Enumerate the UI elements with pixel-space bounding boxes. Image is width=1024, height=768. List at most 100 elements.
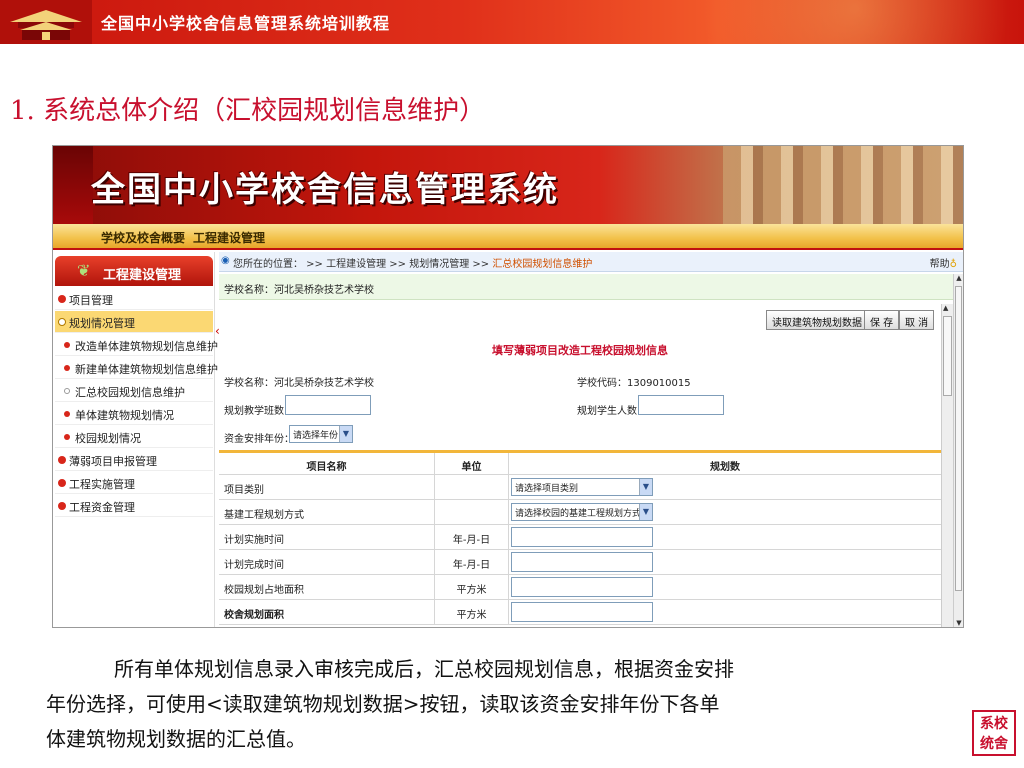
tab-construction-management[interactable]: 工程建设管理 [193, 229, 265, 246]
bullet-icon [58, 456, 66, 464]
bullet-icon [64, 365, 70, 371]
scroll-up-icon[interactable]: ▲ [943, 304, 948, 312]
sidebar-item-project-management[interactable]: 项目管理 [55, 288, 213, 310]
scrollbar-thumb[interactable] [943, 316, 952, 396]
class-count-input[interactable] [285, 395, 371, 415]
system-title: 全国中小学校舍信息管理系统 [91, 170, 559, 210]
form-area: 读取建筑物规划数据 保 存 取 消 填写薄弱项目改造工程校园规划信息 学校名称：… [219, 302, 941, 627]
lightbulb-icon: ♁ [949, 259, 957, 270]
row-unit [435, 475, 509, 499]
tab-school-overview[interactable]: 学校及校舍概要 [101, 229, 185, 246]
fund-year-select[interactable]: 请选择年份 ▼ [289, 425, 353, 443]
help-label: 帮助 [929, 259, 950, 270]
sidebar-title: ❦ 工程建设管理 [55, 256, 213, 286]
sidebar-item-label: 工程实施管理 [69, 478, 135, 491]
row-unit: 年-月-日 [435, 525, 509, 549]
sidebar-title-label: 工程建设管理 [103, 268, 182, 283]
sidebar-item-campus-planning-status[interactable]: 校园规划情况 [55, 426, 213, 448]
form-scrollbar[interactable]: ▲ [941, 304, 953, 627]
save-button[interactable]: 保 存 [864, 310, 900, 330]
bullet-icon [64, 342, 70, 348]
sidebar-item-project-implementation[interactable]: 工程实施管理 [55, 472, 213, 494]
header-planned-value: 规划数 [710, 462, 740, 473]
sidebar-item-label: 改造单体建筑物规划信息维护 [75, 340, 218, 353]
paragraph-line-2: 年份选择，可使用<读取建筑物规划数据>按钮，读取该资金安排年份下各单 [46, 692, 720, 716]
row-name: 校园规划占地面积 [219, 575, 435, 599]
chevron-down-icon: ▼ [639, 479, 652, 495]
fund-year-value: 请选择年份 [293, 431, 339, 441]
chevron-down-icon: ▼ [639, 504, 652, 520]
read-building-data-button[interactable]: 读取建筑物规划数据 [766, 310, 868, 330]
sidebar-item-campus-planning-summary[interactable]: 汇总校园规划信息维护 [55, 380, 213, 402]
sidebar-item-label: 单体建筑物规划情况 [75, 409, 174, 422]
slide-header-title: 全国中小学校舍信息管理系统培训教程 [101, 14, 391, 33]
sidebar-item-planning-management[interactable]: 规划情况管理 [55, 311, 213, 333]
project-type-select[interactable]: 请选择项目类别 ▼ [511, 478, 653, 496]
scroll-down-icon[interactable]: ▼ [954, 619, 963, 627]
help-link[interactable]: 帮助♁ [930, 255, 957, 270]
bullet-icon [64, 388, 70, 394]
bullet-icon [58, 318, 66, 326]
school-name-bar: 学校名称：河北吴桥杂技艺术学校 [219, 274, 955, 300]
school-seal-logo: 系校 统舍 [972, 710, 1016, 756]
form-title: 填写薄弱项目改造工程校园规划信息 [492, 344, 668, 357]
row-name: 项目类别 [219, 475, 435, 499]
sidebar-item-project-funds[interactable]: 工程资金管理 [55, 495, 213, 517]
header-decoration [604, 0, 1024, 44]
table-row: 基建工程规划方式 请选择校园的基建工程规划方式 ▼ [219, 500, 941, 525]
sidebar-item-label: 项目管理 [69, 294, 113, 307]
bullet-icon [64, 434, 70, 440]
sidebar-item-renovation-planning[interactable]: 改造单体建筑物规划信息维护 [55, 334, 218, 356]
row-unit: 平方米 [435, 600, 509, 624]
header-item-name: 项目名称 [219, 453, 435, 474]
sidebar-item-new-building-planning[interactable]: 新建单体建筑物规划信息维护 [55, 357, 218, 379]
row-name: 计划实施时间 [219, 525, 435, 549]
project-type-value: 请选择项目类别 [515, 484, 579, 494]
building-area-input[interactable] [511, 602, 653, 622]
scrollbar-thumb[interactable] [955, 286, 962, 591]
bullet-icon [64, 411, 70, 417]
breadcrumb: ◉ 您所在的位置： >> 工程建设管理 >> 规划情况管理 >> 汇总校园规划信… [219, 252, 963, 272]
row-unit: 年-月-日 [435, 550, 509, 574]
planning-method-value: 请选择校园的基建工程规划方式 [515, 509, 642, 519]
breadcrumb-current[interactable]: 汇总校园规划信息维护 [492, 259, 592, 270]
sidebar-item-weak-project-declaration[interactable]: 薄弱项目申报管理 [55, 449, 213, 471]
class-count-label: 规划教学班数： [224, 406, 294, 417]
app-screenshot: 全国中小学校舍信息管理系统 学校及校舍概要 工程建设管理 ❦ 工程建设管理 项目… [52, 145, 964, 628]
page-scrollbar[interactable]: ▲ ▼ [953, 274, 963, 627]
top-nav: 学校及校舍概要 工程建设管理 [53, 224, 963, 250]
main-content: ◉ 您所在的位置： >> 工程建设管理 >> 规划情况管理 >> 汇总校园规划信… [219, 252, 963, 627]
scroll-up-icon[interactable]: ▲ [954, 274, 963, 284]
table-row: 项目类别 请选择项目类别 ▼ [219, 475, 941, 500]
section-title: 1. 系统总体介绍（汇校园规划信息维护） [10, 96, 486, 126]
description-paragraph: 所有单体规划信息录入审核完成后，汇总校园规划信息，根据资金安排 年份选择，可使用… [46, 652, 926, 757]
planning-table: 项目名称 单位 规划数 项目类别 请选择项目类别 ▼ 基建工程规划方式 请选择校园… [219, 450, 941, 625]
bullet-icon [58, 479, 66, 487]
chevron-down-icon: ▼ [339, 426, 352, 442]
finish-date-input[interactable] [511, 552, 653, 572]
sidebar-item-building-planning-status[interactable]: 单体建筑物规划情况 [55, 403, 213, 425]
cancel-button[interactable]: 取 消 [899, 310, 935, 330]
slide-header: 全国中小学校舍信息管理系统培训教程 [0, 0, 1024, 44]
planning-method-select[interactable]: 请选择校园的基建工程规划方式 ▼ [511, 503, 653, 521]
start-date-input[interactable] [511, 527, 653, 547]
row-name: 校舍规划面积 [219, 600, 435, 624]
table-header: 项目名称 单位 规划数 [219, 453, 941, 475]
row-unit [435, 500, 509, 524]
leaf-icon: ❦ [77, 261, 91, 280]
bullet-icon [58, 295, 66, 303]
tiananmen-logo [0, 0, 92, 44]
sidebar-item-label: 汇总校园规划信息维护 [75, 386, 185, 399]
table-row: 校舍规划面积 平方米 [219, 600, 941, 625]
sidebar-item-label: 规划情况管理 [69, 317, 135, 330]
campus-area-input[interactable] [511, 577, 653, 597]
sidebar: ❦ 工程建设管理 项目管理 规划情况管理 改造单体建筑物规划信息维护 新建单体建… [53, 252, 218, 627]
paragraph-line-3: 体建筑物规划数据的汇总值。 [46, 727, 306, 751]
app-banner: 全国中小学校舍信息管理系统 [53, 146, 963, 224]
school-code-text: 学校代码：1309010015 [577, 378, 691, 389]
student-count-input[interactable] [638, 395, 724, 415]
fund-year-label: 资金安排年份： [224, 434, 294, 445]
banner-photo [723, 146, 963, 224]
bullet-icon [58, 502, 66, 510]
header-unit: 单位 [435, 453, 509, 474]
